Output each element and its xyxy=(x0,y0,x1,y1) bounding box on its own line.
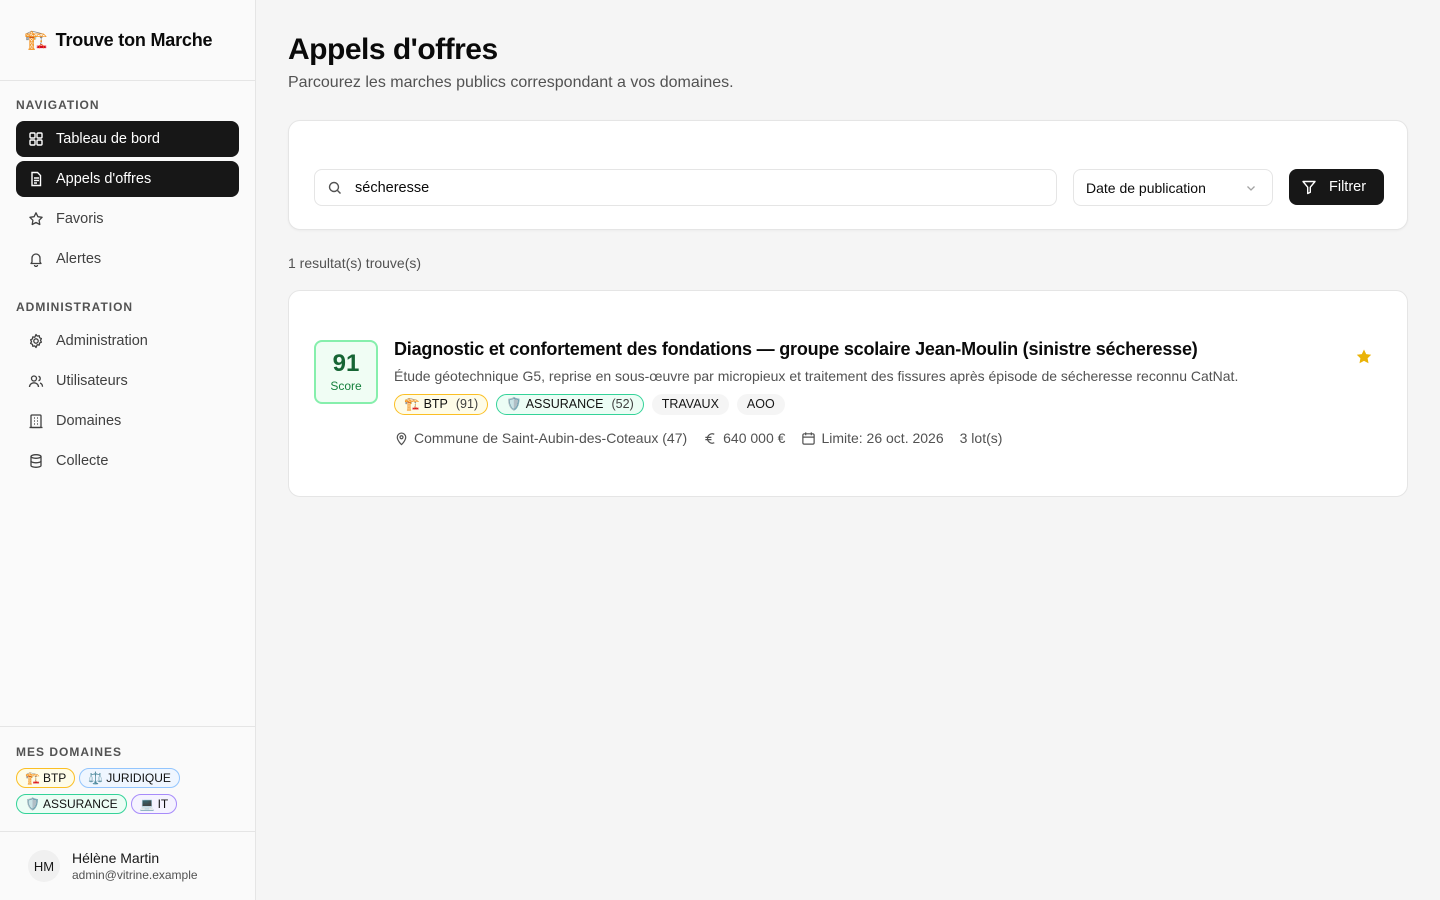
my-domains-title: MES DOMAINES xyxy=(16,745,123,759)
bell-icon xyxy=(28,251,44,267)
result-title[interactable]: Diagnostic et confortement des fondation… xyxy=(394,339,1198,360)
favorite-star-icon[interactable] xyxy=(1355,348,1373,366)
gear-icon xyxy=(28,333,44,349)
admin-section-title: ADMINISTRATION xyxy=(16,300,134,314)
shield-icon: 🛡️ xyxy=(506,397,522,411)
avatar: HM xyxy=(28,850,60,882)
sidebar-item-label: Collecte xyxy=(56,453,109,469)
brand[interactable]: 🏗️ Trouve ton Marche xyxy=(0,0,255,81)
scales-icon: ⚖️ xyxy=(88,771,104,785)
crane-icon: 🏗️ xyxy=(404,397,420,411)
users-icon xyxy=(28,373,44,389)
domain-chip-btp[interactable]: 🏗️ BTP xyxy=(16,768,76,788)
domain-chips: 🏗️ BTP ⚖️ JURIDIQUE 🛡️ ASSURANCE 💻 IT xyxy=(16,768,239,814)
sidebar-item-domaines[interactable]: Domaines xyxy=(16,403,239,439)
crane-icon: 🏗️ xyxy=(24,29,48,51)
domain-chip-it[interactable]: 💻 IT xyxy=(130,794,178,814)
meta-amount: 640 000 € xyxy=(703,430,785,446)
building-icon xyxy=(28,413,44,429)
filter-button-label: Filtrer xyxy=(1329,179,1367,195)
filter-button[interactable]: Filtrer xyxy=(1289,169,1384,205)
sidebar-item-label: Appels d'offres xyxy=(56,171,152,187)
filter-icon xyxy=(1302,180,1316,195)
calendar-icon xyxy=(802,431,816,445)
tag-procedure: AOO xyxy=(736,394,785,415)
sidebar-item-utilisateurs[interactable]: Utilisateurs xyxy=(16,363,239,399)
user-email: admin@vitrine.example xyxy=(72,868,198,882)
sort-select-value: Date de publication xyxy=(1086,179,1206,196)
sidebar-item-tableau-de-bord[interactable]: Tableau de bord xyxy=(16,121,239,157)
sidebar-item-label: Domaines xyxy=(56,413,122,429)
sidebar-item-label: Alertes xyxy=(56,251,102,267)
tag-procedure-type: TRAVAUX xyxy=(651,394,729,415)
crane-icon: 🏗️ xyxy=(25,771,40,785)
result-tags: 🏗️ BTP (91) 🛡️ ASSURANCE (52) TRAVAUX AO… xyxy=(394,394,785,415)
sidebar-item-label: Favoris xyxy=(56,211,104,227)
search-icon xyxy=(328,181,341,194)
chip-label: BTP xyxy=(42,771,67,785)
sidebar-item-alertes[interactable]: Alertes xyxy=(16,241,239,277)
meta-location: Commune de Saint-Aubin-des-Coteaux (47) xyxy=(394,430,687,446)
chip-label: IT xyxy=(157,797,169,811)
brand-name: Trouve ton Marche xyxy=(55,29,213,50)
search-box[interactable] xyxy=(314,169,1057,206)
sort-select[interactable]: Date de publication xyxy=(1073,169,1273,206)
deadline-text: Limite: 26 oct. 2026 xyxy=(821,430,944,446)
tag-assurance: 🛡️ ASSURANCE (52) xyxy=(496,394,644,415)
filter-card: Date de publication Filtrer xyxy=(288,120,1408,230)
map-pin-icon xyxy=(396,431,407,445)
document-icon xyxy=(28,171,44,187)
sidebar: 🏗️ Trouve ton Marche NAVIGATION Tableau … xyxy=(0,0,256,900)
domain-chip-juridique[interactable]: ⚖️ JURIDIQUE xyxy=(79,768,180,788)
shield-icon: 🛡️ xyxy=(25,797,40,811)
nav-section-title: NAVIGATION xyxy=(16,98,100,112)
result-count: 1 resultat(s) trouve(s) xyxy=(288,255,422,271)
tag-label: BTP xyxy=(423,397,448,411)
meta-deadline: Limite: 26 oct. 2026 xyxy=(801,430,944,446)
laptop-icon: 💻 xyxy=(139,797,155,811)
user-info: Hélène Martin admin@vitrine.example xyxy=(72,850,198,882)
tag-label: ASSURANCE xyxy=(525,397,604,411)
my-domains: MES DOMAINES 🏗️ BTP ⚖️ JURIDIQUE 🛡️ ASSU… xyxy=(0,726,255,832)
sidebar-item-favoris[interactable]: Favoris xyxy=(16,201,239,237)
score-label: Score xyxy=(330,379,362,393)
meta-lots: 3 lot(s) xyxy=(959,430,1003,446)
search-input[interactable] xyxy=(355,179,955,196)
sidebar-item-administration[interactable]: Administration xyxy=(16,323,239,359)
tag-count: (91) xyxy=(455,397,479,411)
score-badge: 91 Score xyxy=(314,340,378,404)
result-description: Étude géotechnique G5, reprise en sous-œ… xyxy=(394,368,1239,384)
score-value: 91 xyxy=(332,350,360,377)
tag-btp: 🏗️ BTP (91) xyxy=(394,394,489,415)
sidebar-item-label: Administration xyxy=(56,333,148,349)
sidebar-item-appels-d-offres[interactable]: Appels d'offres xyxy=(16,161,239,197)
amount-text: 640 000 € xyxy=(723,430,786,446)
sidebar-item-label: Tableau de bord xyxy=(56,131,160,147)
location-text: Commune de Saint-Aubin-des-Coteaux (47) xyxy=(414,430,688,446)
result-card[interactable]: 91 Score Diagnostic et confortement des … xyxy=(288,290,1408,497)
dashboard-icon xyxy=(28,131,44,147)
chevron-down-icon xyxy=(1247,185,1255,191)
admin-section: ADMINISTRATION Administration Utilisateu… xyxy=(0,281,255,479)
chip-label: JURIDIQUE xyxy=(106,771,171,785)
page-subtitle: Parcourez les marches publics correspond… xyxy=(288,74,734,91)
user-name: Hélène Martin xyxy=(72,850,160,866)
sidebar-item-label: Utilisateurs xyxy=(56,373,128,389)
user-profile[interactable]: HM Hélène Martin admin@vitrine.example xyxy=(0,831,255,900)
chip-label: ASSURANCE xyxy=(42,797,118,811)
euro-icon xyxy=(705,432,715,444)
nav-section: NAVIGATION Tableau de bord Appels d'offr… xyxy=(0,81,255,277)
result-meta: Commune de Saint-Aubin-des-Coteaux (47) … xyxy=(394,430,1018,446)
page-title: Appels d'offres xyxy=(288,33,498,66)
database-icon xyxy=(28,453,44,469)
star-icon xyxy=(28,211,44,227)
domain-chip-assurance[interactable]: 🛡️ ASSURANCE xyxy=(16,794,127,814)
sidebar-item-collecte[interactable]: Collecte xyxy=(16,443,239,479)
tag-count: (52) xyxy=(611,397,634,411)
